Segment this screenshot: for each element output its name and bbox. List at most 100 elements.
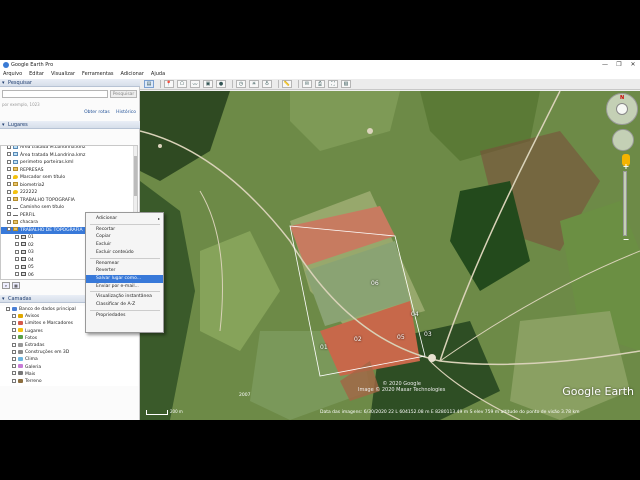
places-item[interactable]: Marcador sem título [1,174,135,182]
checkbox-checked-icon[interactable] [7,167,11,171]
places-panel-header[interactable]: Lugares [0,121,140,129]
context-menu-item-label: Classificar de A-Z [96,302,136,307]
close-icon[interactable]: ✕ [626,60,640,70]
window-controls: — ❐ ✕ [598,60,640,70]
checkbox-checked-icon[interactable] [12,349,16,354]
checkbox-checked-icon[interactable] [7,152,11,156]
layers-item-label: Terreno [25,379,42,384]
places-item[interactable]: Caminho sem título [1,204,135,212]
polygon-label-06[interactable]: 06 [371,280,379,287]
menu-ferramentas[interactable]: Ferramentas [82,70,114,79]
checkbox-checked-icon[interactable] [7,227,11,231]
checkbox-checked-icon[interactable] [15,264,19,269]
checkbox-checked-icon[interactable] [7,174,11,179]
places-item[interactable]: biometria2 [1,182,135,190]
menu-ajuda[interactable]: Ajuda [151,70,165,79]
minimize-icon[interactable]: — [598,60,612,70]
zoom-out-icon[interactable]: − [620,236,632,244]
menu-visualizar[interactable]: Visualizar [51,70,75,79]
context-menu-item[interactable]: Classificar de A-Z [86,301,163,309]
checkbox-checked-icon[interactable] [7,146,11,149]
context-menu-item[interactable]: Excluir conteúdo [86,249,163,257]
save-image-icon[interactable]: ⛶ [328,80,338,88]
get-directions-link[interactable]: Obter rotas [84,110,110,115]
add-placemark-icon[interactable]: 📍 [164,80,174,88]
checkbox-checked-icon[interactable] [12,313,16,318]
checkbox-checked-icon[interactable] [12,342,16,347]
checkbox-checked-icon[interactable] [12,371,16,376]
checkbox-checked-icon[interactable] [15,242,19,246]
layers-item-label: Avisos [25,314,40,320]
sunlight-icon[interactable]: ☀ [249,80,259,88]
title-bar: Google Earth Pro — ❐ ✕ [0,60,640,70]
checkbox-checked-icon[interactable] [7,204,11,209]
zoom-slider[interactable] [623,171,627,236]
context-menu-item-label: Enviar por e-mail... [96,283,139,289]
hide-sidebar-icon[interactable]: ▤ [144,80,154,88]
places-item-label: PERFIL [20,212,36,218]
checkbox-checked-icon[interactable] [7,197,11,201]
places-item[interactable]: 222222 [1,189,135,197]
checkbox-checked-icon[interactable] [7,159,11,164]
checkbox-checked-icon[interactable] [12,378,16,383]
context-menu-item-label: Renomear [96,260,120,266]
navigation-compass[interactable]: N [606,93,638,125]
checkbox-checked-icon[interactable] [15,257,19,261]
checkbox-checked-icon[interactable] [12,320,16,325]
checkbox-checked-icon[interactable] [12,356,16,361]
polygon-label-04[interactable]: 04 [411,311,419,318]
historical-imagery-icon[interactable]: ◷ [236,80,246,88]
polygon-label-02[interactable]: 02 [354,336,362,343]
checkbox-checked-icon[interactable] [15,234,19,239]
move-control-icon[interactable] [612,129,634,151]
search-places-icon[interactable]: ⌕ [2,282,10,289]
view-in-maps-icon[interactable]: ▧ [341,80,351,88]
checkbox-checked-icon[interactable] [7,189,11,194]
look-control-icon[interactable] [616,103,628,115]
context-menu-item[interactable]: Adicionar ▸ [86,215,163,223]
places-item[interactable]: perimetro porteiras.kml [1,159,135,167]
context-menu-item[interactable]: Propriedades [86,312,163,320]
ruler-icon[interactable]: 📏 [282,80,292,88]
polygon-label-03[interactable]: 03 [424,331,432,338]
maximize-icon[interactable]: ❐ [612,60,626,70]
places-item[interactable]: TRABALHO TOPOGRAFIA [1,197,135,205]
checkbox-checked-icon[interactable] [15,272,19,276]
map-view[interactable]: 06 04 05 03 02 01 N + − 2007 © 2020 Goog… [140,91,640,420]
checkbox-unchecked-icon[interactable] [7,212,11,216]
checkbox-checked-icon[interactable] [12,364,16,369]
checkbox-checked-icon[interactable] [7,219,11,224]
add-path-icon[interactable]: 〰 [190,80,200,88]
menu-arquivo[interactable]: Arquivo [3,70,22,79]
places-item-label: Área tratada M.Londrina.kmz [20,152,86,158]
switch-planet-icon[interactable]: ♁ [262,80,272,88]
layers-item[interactable]: Terreno [0,378,42,386]
search-input[interactable] [2,90,108,98]
context-menu-item-label: Excluir [96,242,112,248]
search-panel-header[interactable]: Pesquisar [0,79,140,87]
record-tour-icon[interactable]: ● [216,80,226,88]
add-polygon-icon[interactable]: ⬠ [177,80,187,88]
print-icon[interactable]: ⎙ [315,80,325,88]
context-menu-item[interactable]: Enviar por e-mail... [86,283,163,291]
polygon-icon [21,264,26,269]
checkbox-checked-icon[interactable] [12,328,16,333]
add-image-overlay-icon[interactable]: ▣ [203,80,213,88]
checkbox-checked-icon[interactable] [7,182,11,186]
menu-editar[interactable]: Editar [29,70,44,79]
checkbox-checked-icon[interactable] [15,249,19,254]
places-item[interactable]: Área tratada M.Londrina.kmz [1,152,135,160]
places-item[interactable]: REPRESAS [1,167,135,175]
email-icon[interactable]: ✉ [302,80,312,88]
history-link[interactable]: Histórico [116,110,136,115]
map-copyright: © 2020 Google Image © 2020 Maxar Technol… [358,381,445,393]
zoom-in-icon[interactable]: + [620,163,632,171]
checkbox-checked-icon[interactable] [12,335,16,340]
places-view-icon[interactable]: ▦ [12,282,20,289]
checkbox-checked-icon[interactable] [6,306,10,311]
places-item-label: 222222 [20,190,38,195]
polygon-label-05[interactable]: 05 [397,334,405,341]
search-button[interactable]: Pesquisar [110,90,137,98]
menu-adicionar[interactable]: Adicionar [121,70,144,79]
polygon-label-01[interactable]: 01 [320,344,328,351]
